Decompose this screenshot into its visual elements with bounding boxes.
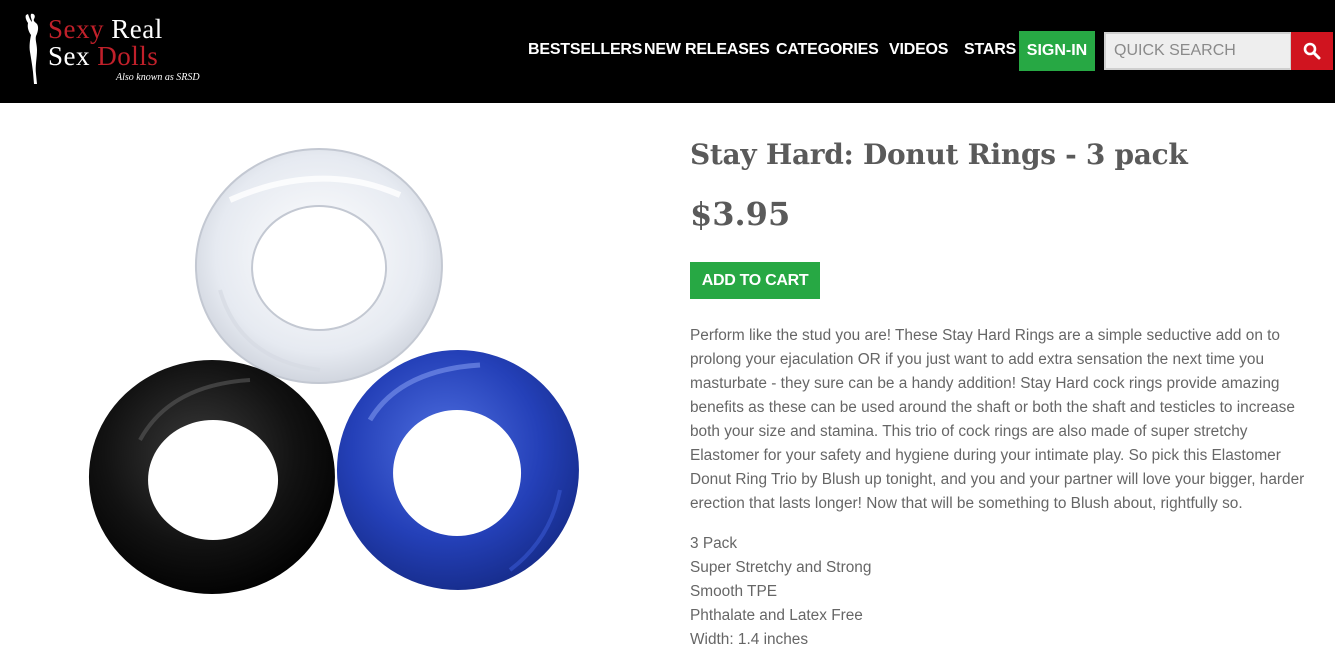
search-icon [1303,42,1321,60]
nav-bestsellers[interactable]: BESTSELLERS [528,41,642,59]
blue-ring [336,350,579,590]
product-price: $3.95 [690,195,791,233]
clear-ring [194,148,443,384]
feature-item: 3 Pack [690,535,738,552]
quick-search-input[interactable] [1104,32,1292,70]
logo-word-dolls: Dolls [97,41,159,71]
site-logo[interactable]: Sexy Real Sex Dolls Also known as SRSD [22,12,222,88]
site-header: Sexy Real Sex Dolls Also known as SRSD B… [0,0,1335,103]
nav-videos[interactable]: VIDEOS [889,41,948,59]
product-image[interactable] [80,140,590,610]
feature-item: Phthalate and Latex Free [690,607,863,624]
search-button[interactable] [1291,32,1333,70]
feature-item: Width: 1.4 inches [690,631,809,648]
nav-stars[interactable]: STARS [964,41,1016,59]
nav-new-releases[interactable]: NEW RELEASES [644,41,770,59]
feature-item: Smooth TPE [690,583,777,600]
sign-in-button[interactable]: SIGN-IN [1019,31,1095,71]
logo-line-2: Sex Dolls [48,43,158,70]
nav-categories[interactable]: CATEGORIES [776,41,879,59]
feature-item: Super Stretchy and Strong [690,559,872,576]
logo-word-real: Real [111,14,163,44]
product-title: Stay Hard: Donut Rings - 3 pack [690,138,1188,171]
product-description: Perform like the stud you are! These Sta… [690,327,1305,512]
silhouette-figure-icon [25,13,39,84]
logo-line-1: Sexy Real [48,16,163,43]
black-ring [88,360,335,595]
logo-tagline: Also known as SRSD [116,72,200,83]
logo-word-sex: Sex [48,41,90,71]
product-features: 3 Pack Super Stretchy and Strong Smooth … [690,532,871,652]
logo-word-sexy: Sexy [48,14,104,44]
add-to-cart-button[interactable]: ADD TO CART [690,262,820,299]
